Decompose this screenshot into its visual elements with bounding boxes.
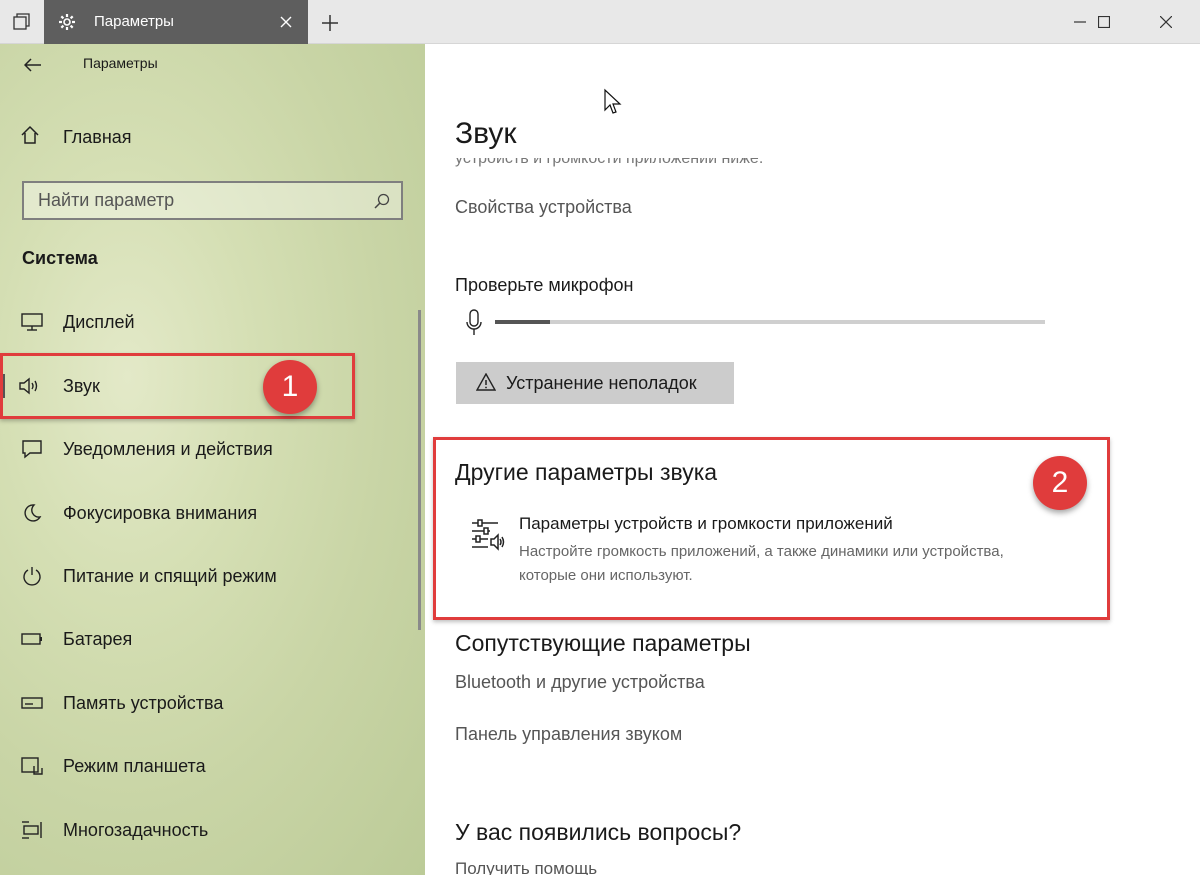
sidebar-item-multitasking[interactable]: Многозадачность [0,810,425,850]
annotation-box-2 [433,437,1110,620]
storage-icon [20,692,44,714]
page-title: Звук [455,117,517,150]
sidebar-item-label: Главная [63,126,132,147]
get-help-link[interactable]: Получить помощь [455,859,597,875]
clipped-description: устройств и громкости приложений ниже. [455,158,1055,174]
bluetooth-link[interactable]: Bluetooth и другие устройства [455,672,705,693]
search-box[interactable] [22,181,403,220]
sidebar-item-label: Фокусировка внимания [63,503,258,523]
sidebar-item-power[interactable]: Питание и спящий режим [0,556,425,596]
sidebar-item-label: Режим планшета [63,756,206,776]
help-heading: У вас появились вопросы? [455,819,742,845]
close-tab-icon[interactable] [276,12,296,32]
sidebar-item-tablet[interactable]: Режим планшета [0,746,425,786]
mic-test-label: Проверьте микрофон [455,275,634,295]
search-input[interactable] [24,183,354,218]
mic-level-fill [495,320,550,324]
annotation-badge-2: 2 [1033,456,1087,510]
back-arrow-icon[interactable] [20,52,46,78]
annotation-badge-1: 1 [263,360,317,414]
mic-level-bar [495,320,1045,324]
sidebar-item-display[interactable]: Дисплей [0,302,425,342]
clipped-description-text: устройств и громкости приложений ниже. [455,158,764,167]
sidebar-item-home[interactable]: Главная [20,122,132,152]
mouse-cursor-icon [603,88,623,121]
power-icon [20,565,44,587]
sidebar-item-storage[interactable]: Память устройства [0,683,425,723]
device-properties-link[interactable]: Свойства устройства [455,197,632,218]
gear-icon [58,13,76,36]
sidebar-item-label: Многозадачность [63,820,209,840]
sidebar-item-label: Дисплей [63,312,135,332]
sidebar-item-label: Батарея [63,629,133,649]
sound-control-panel-link[interactable]: Панель управления звуком [455,724,682,745]
warning-icon [475,372,497,396]
tablet-icon [20,755,44,777]
troubleshoot-label: Устранение неполадок [506,373,697,393]
sidebar-item-label: Уведомления и действия [63,439,273,459]
sidebar-scrollbar[interactable] [418,310,421,630]
sidebar-item-focus[interactable]: Фокусировка внимания [0,493,425,533]
task-view-icon[interactable] [0,0,44,44]
notification-icon [20,438,44,460]
section-title: Система [22,248,98,268]
close-window-icon[interactable] [1143,0,1189,44]
sidebar-item-label: Питание и спящий режим [63,566,277,586]
sidebar-item-battery[interactable]: Батарея [0,619,425,659]
battery-icon [20,628,44,650]
app-title: Параметры [83,55,158,71]
title-bar: Параметры [0,0,1200,44]
related-settings-heading: Сопутствующие параметры [455,630,751,656]
microphone-icon [465,309,483,342]
monitor-icon [20,311,44,333]
sidebar: Параметры Главная Система Дисплей Звук У… [0,44,425,875]
search-icon[interactable] [373,192,391,215]
new-tab-icon[interactable] [318,11,342,35]
tab-title: Параметры [94,13,174,30]
sidebar-item-label: Память устройства [63,693,224,713]
home-icon [20,125,40,150]
multitask-icon [20,819,44,841]
tab-settings[interactable]: Параметры [44,0,308,44]
sidebar-item-notifications[interactable]: Уведомления и действия [0,429,425,469]
troubleshoot-button[interactable]: Устранение неполадок [456,362,734,404]
maximize-icon[interactable] [1081,0,1127,44]
moon-icon [20,502,44,524]
